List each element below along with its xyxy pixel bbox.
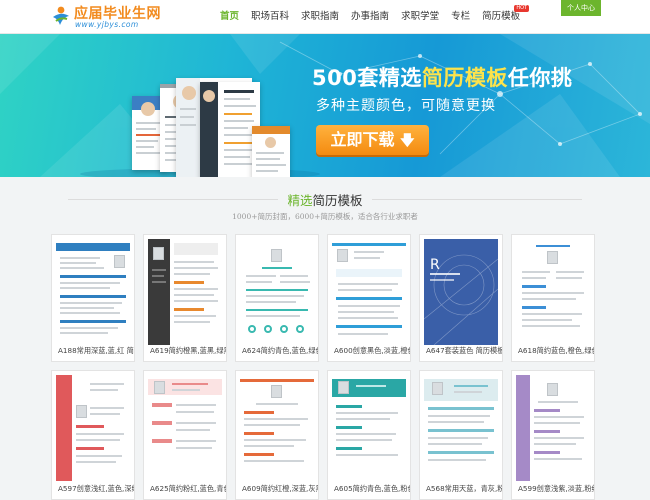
template-card[interactable]: R A647套装蓝色 简历模板 [419,234,503,362]
promo-banner[interactable]: 500套精选简历模板任你挑 多种主题颜色，可随意更换 立即下载 🡇 [0,34,650,177]
banner-title: 500套精选简历模板任你挑 [312,62,572,92]
user-center-button[interactable]: 个人中心 [561,0,601,16]
template-thumbnail [516,375,590,481]
template-thumbnail [516,239,590,345]
template-card[interactable]: A618简约蓝色,橙色,绿色 [511,234,595,362]
template-card[interactable]: A568常用天蓝，青灰,粉 [419,370,503,500]
hot-badge: HOT [514,5,530,12]
template-card[interactable]: A624简约青色,蓝色,绿色 [235,234,319,362]
template-thumbnail [240,239,314,345]
banner-subtitle: 多种主题颜色，可随意更换 [316,98,496,114]
template-thumbnail: R [424,239,498,345]
nav-item-column[interactable]: 专栏 [445,0,476,34]
nav-item-resume-templates[interactable]: 简历模板 HOT [476,0,530,34]
resume-mockup-5 [252,126,290,177]
logo-url: www.yjbys.com [75,20,139,29]
template-label: A188常用深蓝,蓝,红 简 [58,346,134,355]
template-card[interactable]: A625简约粉红,蓝色,青色 [143,370,227,500]
template-label: A568常用天蓝，青灰,粉 [426,484,502,493]
template-label: A605简约青色,蓝色,粉色 [334,484,410,493]
template-label: A647套装蓝色 简历模板 [426,346,502,355]
top-header: 应届毕业生网 www.yjbys.com 首页 职场百科 求职指南 办事指南 求… [0,0,650,34]
download-now-button[interactable]: 立即下载 🡇 [316,125,429,155]
banner-title-part1: 500套精选 [312,66,422,90]
banner-title-part2: 任你挑 [507,66,573,90]
template-label: A599创意浅紫,淡蓝,粉红 [518,484,594,493]
nav-item-workplace-wiki[interactable]: 职场百科 [245,0,295,34]
template-thumbnail [332,375,406,481]
template-card[interactable]: A597创意浅红,蓝色,深绿 [51,370,135,500]
template-card[interactable]: A188常用深蓝,蓝,红 简 [51,234,135,362]
main-nav: 首页 职场百科 求职指南 办事指南 求职学堂 专栏 简历模板 HOT [214,0,530,34]
download-now-label: 立即下载 [330,130,395,149]
section-divider-right [372,199,582,200]
template-thumbnail [148,375,222,481]
template-card[interactable]: A599创意浅紫,淡蓝,粉红 [511,370,595,500]
nav-item-resume-templates-label: 简历模板 [482,11,521,22]
template-label: A597创意浅红,蓝色,深绿 [58,484,134,493]
template-thumbnail [332,239,406,345]
nav-item-job-school[interactable]: 求职学堂 [395,0,445,34]
template-card[interactable]: A600创意黑色,淡蓝,橙色 [327,234,411,362]
template-label: A619简约橙黑,蓝黑,绿黑 [150,346,226,355]
template-label: A625简约粉红,蓝色,青色 [150,484,226,493]
template-label: A618简约蓝色,橙色,绿色 [518,346,594,355]
template-card[interactable]: A609简约红橙,深蓝,灰黑 [235,370,319,500]
section-subtitle: 1000+简历封面，6000+简历模板，适合各行业求职者 [232,212,418,221]
template-thumbnail [148,239,222,345]
template-label: A609简约红橙,深蓝,灰黑 [242,484,318,493]
template-label: A600创意黑色,淡蓝,橙色 [334,346,410,355]
section-title-highlight: 精选 [287,193,313,208]
nav-item-home[interactable]: 首页 [214,0,245,34]
section-title-rest: 简历模板 [312,193,363,208]
template-card[interactable]: A619简约橙黑,蓝黑,绿黑 [143,234,227,362]
nav-item-affairs-guide[interactable]: 办事指南 [345,0,395,34]
template-thumbnail [240,375,314,481]
arrow-down-icon: 🡇 [400,133,415,149]
resume-mockup-4 [200,82,260,177]
cover-pattern-icon: R [424,254,498,345]
svg-text:R: R [430,257,440,273]
template-card[interactable]: A605简约青色,蓝色,粉色 [327,370,411,500]
template-thumbnail [424,375,498,481]
banner-title-highlight: 简历模板 [421,66,508,90]
logo-icon [53,6,69,25]
template-thumbnail [56,375,130,481]
template-thumbnail [56,239,130,345]
site-logo[interactable]: 应届毕业生网 www.yjbys.com [50,4,161,30]
template-label: A624简约青色,蓝色,绿色 [242,346,318,355]
nav-item-job-guide[interactable]: 求职指南 [295,0,345,34]
